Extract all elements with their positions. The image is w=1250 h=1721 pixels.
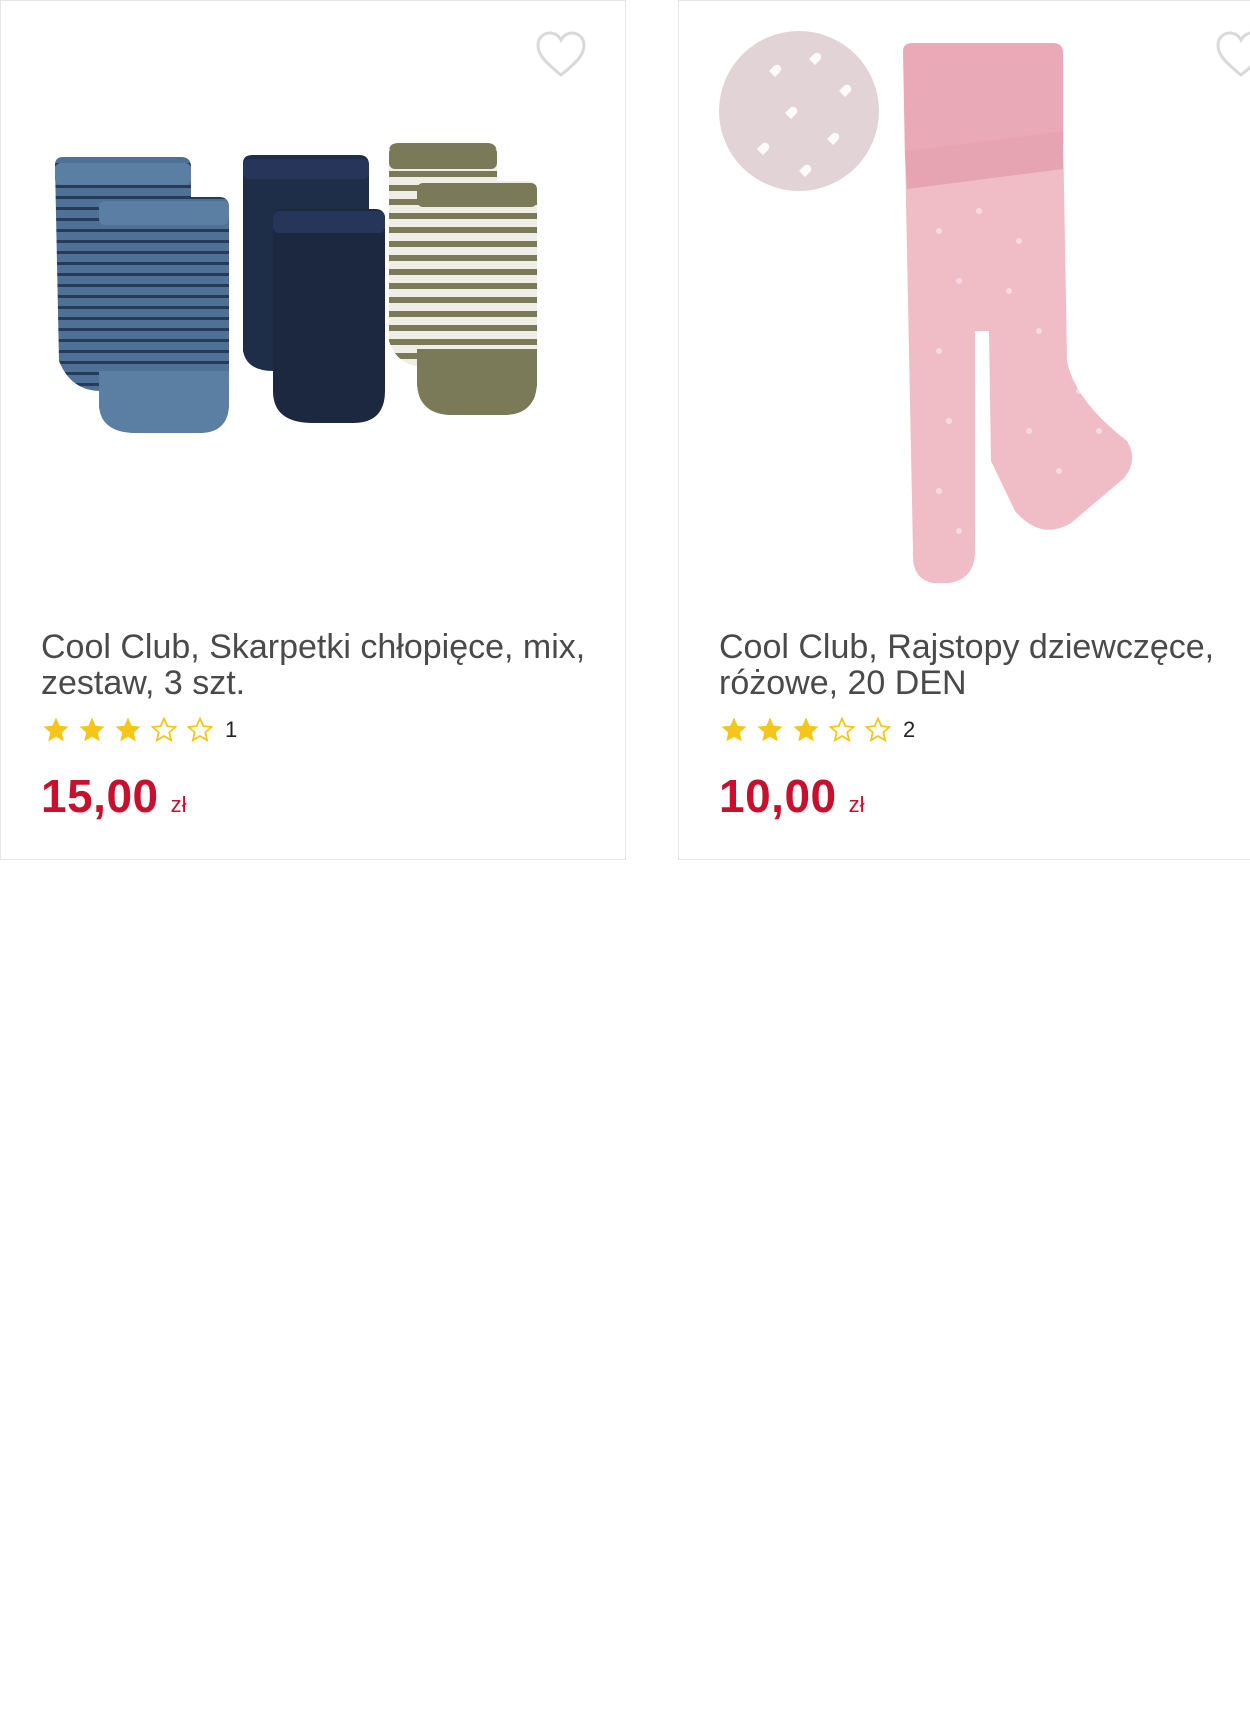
star-filled-icon — [721, 717, 747, 742]
product-title-link[interactable]: Cool Club, Skarpetki chłopięce, mix, zes… — [41, 628, 585, 702]
product-card[interactable]: Cool Club, Skarpetki chłopięce, mix, zes… — [0, 0, 626, 860]
pink-tights-image — [719, 31, 1133, 583]
product-title[interactable]: Cool Club, Rajstopy dziewczęce, różowe, … — [719, 629, 1250, 701]
star-empty-icon — [828, 716, 856, 743]
product-grid: Cool Club, Skarpetki chłopięce, mix, zes… — [0, 0, 1250, 1721]
product-price: 10,00 zł — [719, 769, 865, 823]
price-currency: zł — [170, 792, 187, 817]
star-filled-icon — [757, 717, 783, 742]
star-filled-icon — [43, 717, 69, 742]
product-title-link[interactable]: Cool Club, Rajstopy dziewczęce, różowe, … — [719, 628, 1214, 702]
price-currency: zł — [848, 792, 865, 817]
rating-count: 2 — [903, 717, 916, 742]
star-empty-icon — [864, 716, 892, 743]
star-filled-icon — [115, 717, 141, 742]
product-price: 15,00 zł — [41, 769, 187, 823]
price-value: 15,00 — [41, 770, 159, 822]
socks-set-image — [55, 143, 537, 433]
product-card[interactable]: Cool Club, Rajstopy dziewczęce, różowe, … — [678, 0, 1250, 860]
product-image[interactable] — [41, 31, 601, 591]
star-filled-icon — [793, 717, 819, 742]
star-empty-icon — [150, 716, 178, 743]
star-empty-icon — [186, 716, 214, 743]
product-rating: 2 — [719, 713, 915, 747]
product-title[interactable]: Cool Club, Skarpetki chłopięce, mix, zes… — [41, 629, 601, 701]
product-image[interactable] — [719, 31, 1250, 591]
product-rating: 1 — [41, 713, 237, 747]
price-value: 10,00 — [719, 770, 837, 822]
star-filled-icon — [79, 717, 105, 742]
rating-count: 1 — [225, 717, 238, 742]
